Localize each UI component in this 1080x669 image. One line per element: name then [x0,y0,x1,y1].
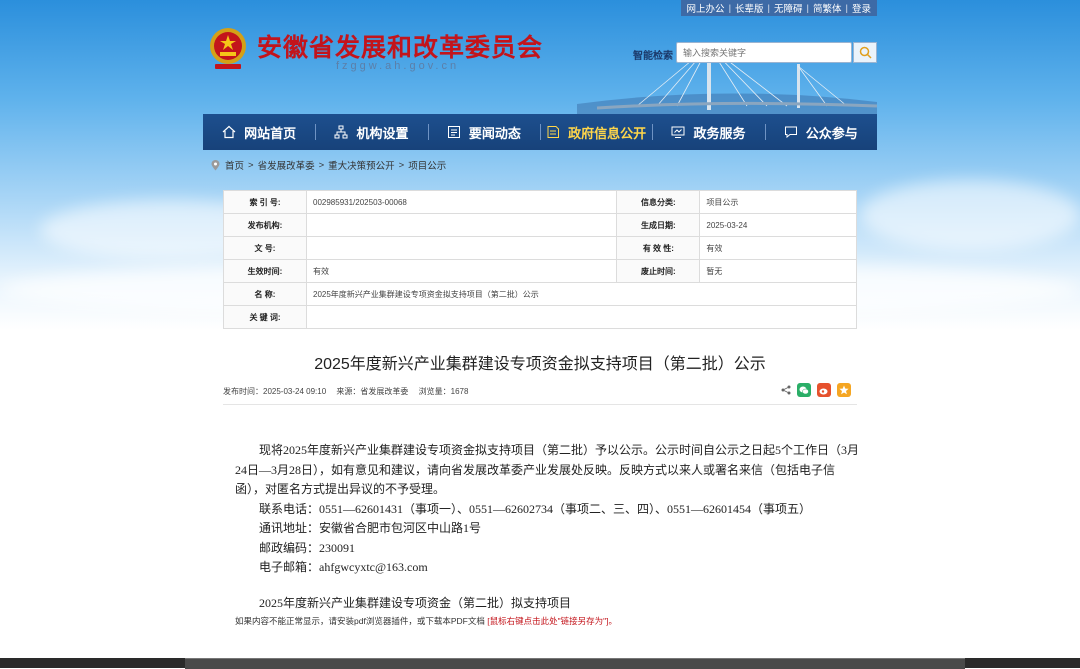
article-body: 现将2025年度新兴产业集群建设专项资金拟支持项目（第二批）予以公示。公示时间自… [235,441,863,578]
article-title: 2025年度新兴产业集群建设专项资金拟支持项目（第二批）公示 [314,356,766,373]
meta-value [305,213,618,237]
table-row: 生效时间: 有效 废止时间: 暂无 [223,259,857,283]
nav-item-org[interactable]: 机构设置 [315,114,427,150]
breadcrumb-decision[interactable]: 重大决策预公开 [328,158,395,172]
topbar-link-language[interactable]: 简繁体 [813,1,842,15]
meta-value [306,305,857,329]
meta-label: 废止时间: [616,259,701,283]
document-icon [547,126,560,138]
search-icon [859,46,872,59]
pdf-download-link[interactable]: [鼠标右键点击此处"链接另存为"]。 [487,616,617,626]
nav-item-label: 公众参与 [805,125,858,141]
monitor-icon [671,126,685,138]
contact-phone: 联系电话：0551—62601431（事项一）、0551—62602734（事项… [259,501,812,516]
news-icon [447,126,460,138]
meta-value: 2025-03-24 [699,213,857,237]
meta-value: 暂无 [699,259,857,283]
wechat-share-icon[interactable] [797,383,811,397]
topbar-link-accessibility[interactable]: 无障碍 [774,1,803,15]
breadcrumb-current[interactable]: 项目公示 [408,158,446,172]
meta-label: 生成日期: [616,213,701,237]
meta-value: 项目公示 [699,190,857,214]
view-count: 浏览量：1678 [418,387,469,396]
meta-label: 文 号: [223,236,307,260]
breadcrumb-ndrc[interactable]: 省发展改革委 [258,158,315,172]
search-input[interactable] [676,42,852,63]
nav-item-label: 机构设置 [356,125,409,141]
breadcrumb: 首页 > 省发展改革委 > 重大决策预公开 > 项目公示 [211,158,446,172]
meta-label: 关 键 词: [223,305,307,329]
nav-item-label: 网站首页 [244,125,297,141]
table-row: 发布机构: 生成日期: 2025-03-24 [223,213,857,237]
nav-item-label: 政务服务 [693,125,746,141]
nav-item-home[interactable]: 网站首页 [203,114,315,150]
nav-item-news[interactable]: 要闻动态 [427,114,540,150]
meta-label: 有 效 性: [616,236,701,260]
favorite-star-icon[interactable] [837,383,851,397]
divider [223,404,857,405]
nav-item-label: 要闻动态 [468,125,521,141]
document-metadata-table: 索 引 号: 002985931/202503-00068 信息分类: 项目公示… [223,190,857,329]
meta-label: 名 称: [223,282,307,306]
table-row: 名 称: 2025年度新兴产业集群建设专项资金拟支持项目（第二批）公示 [223,282,857,306]
contact-postcode: 邮政编码：230091 [259,540,356,555]
page-container: 网上办公 | 长辈版 | 无障碍 | 简繁体 | 登录 安徽省发展和改革委员会 fzgg… [203,0,877,668]
contact-address: 通讯地址：安徽省合肥市包河区中山路1号 [259,521,482,535]
topbar-link-elder[interactable]: 长辈版 [735,1,764,15]
nav-item-services[interactable]: 政务服务 [652,114,764,150]
table-row: 索 引 号: 002985931/202503-00068 信息分类: 项目公示 [223,190,857,214]
nav-item-participation[interactable]: 公众参与 [764,114,877,150]
meta-label: 信息分类: [616,190,701,214]
table-row: 关 键 词: [223,305,857,329]
site-title[interactable]: 安徽省发展和改革委员会 [257,28,543,64]
nav-item-gov-info[interactable]: 政府信息公开 [539,114,652,150]
meta-label: 索 引 号: [223,190,307,214]
pdf-notice-text: 如果内容不能正常显示，请安装pdf浏览器插件，或下载本PDF文档 [235,616,485,626]
search-label: 智能检索 [633,51,673,62]
search-button[interactable] [853,42,877,63]
chat-icon [784,126,797,139]
table-row: 文 号: 有 效 性: 有效 [223,236,857,260]
meta-value [305,236,618,260]
site-header: 安徽省发展和改革委员会 fzggw.ah.gov.cn 智能检索 [203,16,877,116]
national-emblem-icon [210,28,246,69]
attachment-title: 2025年度新兴产业集群建设专项资金（第二批）拟支持项目 [259,596,572,610]
topbar-link-login[interactable]: 登录 [852,1,871,15]
share-bar [781,383,851,397]
publish-time: 发布时间：2025-03-24 09:10 [223,387,327,396]
article-paragraph: 现将2025年度新兴产业集群建设专项资金拟支持项目（第二批）予以公示。公示时间自… [235,443,860,496]
breadcrumb-home[interactable]: 首页 [225,158,244,172]
article-source: 来源：省发展改革委 [336,387,409,396]
os-dock [185,658,965,669]
pdf-notice: 如果内容不能正常显示，请安装pdf浏览器插件，或下载本PDF文档 [鼠标右键点击… [235,615,617,627]
cloud-decoration [860,180,1080,250]
meta-value: 有效 [305,259,618,283]
home-icon [222,125,236,139]
meta-label: 生效时间: [223,259,307,283]
weibo-share-icon[interactable] [817,383,831,397]
top-utility-bar: 网上办公 | 长辈版 | 无障碍 | 简繁体 | 登录 [680,0,877,16]
meta-value: 002985931/202503-00068 [305,190,618,214]
meta-value: 有效 [699,236,857,260]
org-chart-icon [334,125,348,139]
nav-item-label: 政府信息公开 [568,125,647,141]
location-pin-icon [211,159,220,170]
meta-value: 2025年度新兴产业集群建设专项资金拟支持项目（第二批）公示 [306,282,857,306]
share-icon[interactable] [781,385,791,395]
contact-email: 电子邮箱：ahfgwcyxtc@163.com [259,560,428,574]
main-nav: 网站首页 机构设置 要闻动态 政府信息公开 政务服务 公众参与 [203,114,877,150]
article-info: 发布时间：2025-03-24 09:10 来源：省发展改革委 浏览量：1678 [223,386,476,397]
topbar-link-office[interactable]: 网上办公 [687,1,725,15]
meta-label: 发布机构: [223,213,307,237]
site-domain: fzggw.ah.gov.cn [336,60,460,72]
